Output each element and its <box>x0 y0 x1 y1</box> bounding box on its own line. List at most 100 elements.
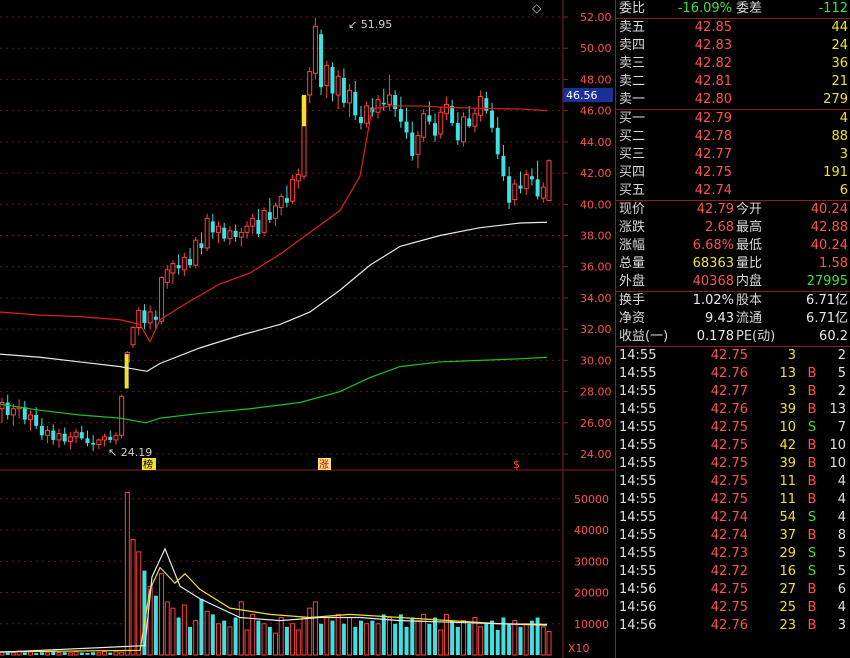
volume-bar-down <box>256 620 261 655</box>
volume-bar-up <box>164 601 170 656</box>
volume-bar-down <box>62 652 67 655</box>
volume-bar-down <box>34 653 39 655</box>
candle-body-up <box>386 94 392 105</box>
price-tick-label: 52.00 <box>580 11 612 24</box>
trade-row: 14:55 42.72 16 S 5 <box>619 564 846 579</box>
volume-bar-up <box>312 601 318 656</box>
book-row[interactable]: 卖二 42.81 21 <box>616 73 850 91</box>
candle-body-down <box>153 316 158 320</box>
bid-book: 买一 42.79 4 买二 42.78 88 买三 42.77 3 买四 42.75 191 买五 42.… <box>616 109 850 200</box>
volume-bar-down <box>490 620 495 655</box>
candle-body-up <box>204 217 210 249</box>
candle-body-down <box>467 118 472 127</box>
trade-row: 14:55 42.74 54 S 4 <box>619 510 846 525</box>
volume-bar-up <box>540 626 546 656</box>
book-row[interactable]: 卖四 42.83 24 <box>616 37 850 55</box>
volume-bar-up <box>512 620 518 656</box>
volume-bar-down <box>381 614 386 655</box>
volume-bar-up <box>421 613 427 656</box>
book-row[interactable]: 买三 42.77 3 <box>616 146 850 164</box>
book-row[interactable]: 买四 42.75 191 <box>616 164 850 182</box>
book-row[interactable]: 买二 42.78 88 <box>616 128 850 146</box>
volume-bar-up <box>102 651 108 656</box>
candle-body-up <box>546 160 552 202</box>
volume-bar-down <box>518 626 523 655</box>
candle-body-down <box>398 109 403 122</box>
candlestick-chart[interactable]: 52.00 50.00 48.00 46.00 44.00 42.00 40.00 38.00… <box>0 0 615 658</box>
volume-bar-down <box>188 626 193 655</box>
quote-row: 涨幅 6.68% 最低 40.24 <box>619 238 848 253</box>
price-tick-label: 44.00 <box>580 136 612 149</box>
book-row[interactable]: 卖三 42.82 36 <box>616 55 850 73</box>
price-tick-label: 28.00 <box>580 386 612 399</box>
candle-body-up <box>335 75 341 96</box>
book-row[interactable]: 卖五 42.85 44 <box>616 19 850 37</box>
book-row[interactable]: 买一 42.79 4 <box>616 110 850 128</box>
trade-row: 14:55 42.76 39 B 13 <box>619 402 846 417</box>
candle-body-up <box>324 64 330 87</box>
volume-bar-down <box>353 626 358 655</box>
volume-bar-up <box>438 629 444 656</box>
trade-row: 14:55 42.73 29 S 5 <box>619 546 846 561</box>
volume-bar-up <box>261 623 267 656</box>
volume-bar-up <box>290 623 296 656</box>
price-tick-label: 40.00 <box>580 198 612 211</box>
volume-bar-down <box>404 626 409 655</box>
candle-body-down <box>79 432 84 439</box>
volume-multiplier: X10 <box>568 642 590 655</box>
candle-body-down <box>330 66 335 94</box>
candle-body-down <box>256 219 261 234</box>
candle-body-up <box>295 174 301 182</box>
book-row[interactable]: 卖一 42.80 279 <box>616 91 850 109</box>
candle-body-up <box>443 103 449 115</box>
weibi-row: 委比 -16.09% 委差 -112 <box>619 1 848 16</box>
price-tick-label: 50.00 <box>580 42 612 55</box>
marker-dollar[interactable]: $ <box>513 458 520 471</box>
trade-row: 14:55 42.75 39 B 10 <box>619 456 846 471</box>
candle-body-up <box>307 71 313 96</box>
candle-body-down <box>455 123 460 141</box>
candle-body-down <box>507 176 512 203</box>
volume-bar-down <box>495 630 500 655</box>
candle-body-up <box>73 431 79 438</box>
candle-body-down <box>381 102 386 105</box>
candle-body-up <box>10 408 16 416</box>
volume-tick-label: 10000 <box>574 618 609 631</box>
marker-zhang-text: 涨 <box>319 459 329 471</box>
candle-body-down <box>267 212 272 220</box>
volume-bar-down <box>501 617 506 655</box>
low-label: ↖ 24.19 <box>108 446 152 459</box>
volume-bar-down <box>210 614 215 655</box>
ma-line-green <box>0 356 548 424</box>
tick-trades[interactable]: 14:55 42.75 3 2 14:55 42.76 13 B 5 14:55 42.77 3 B 2 1… <box>616 346 850 635</box>
fundamental-row: 收益(一) 0.178 PE(动) 60.2 <box>619 329 848 344</box>
volume-bar-down <box>433 617 438 655</box>
trade-row: 14:55 42.75 11 B 4 <box>619 474 846 489</box>
candle-body-up <box>261 210 267 233</box>
volume-bar-down <box>427 623 432 655</box>
candle-body-up <box>96 439 102 446</box>
diamond-icon[interactable]: ◇ <box>532 1 542 15</box>
volume-bar-up <box>364 623 370 656</box>
candle-body-up <box>216 225 222 233</box>
candle-body-up <box>375 99 381 113</box>
candle-body-down <box>233 230 238 238</box>
volume-bar-up <box>56 652 62 656</box>
candle-body-down <box>39 425 44 436</box>
candle-body-down <box>199 243 204 248</box>
volume-bar-up <box>45 652 51 656</box>
price-tick-label: 26.00 <box>580 417 612 430</box>
volume-bar-down <box>284 626 289 655</box>
price-tick-label: 36.00 <box>580 261 612 274</box>
candle-body-up <box>290 178 296 202</box>
volume-bar-up <box>27 651 33 656</box>
candle-body-down <box>34 414 39 426</box>
volume-bar-up <box>73 651 79 656</box>
candle-body-up <box>238 231 244 238</box>
price-tick-label: 38.00 <box>580 230 612 243</box>
candle-body-up <box>227 230 233 240</box>
volume-bar-down <box>267 626 272 655</box>
current-price-tag-text: 46.56 <box>566 89 598 102</box>
book-row[interactable]: 买五 42.74 6 <box>616 182 850 200</box>
trade-row: 14:55 42.77 3 B 2 <box>619 384 846 399</box>
